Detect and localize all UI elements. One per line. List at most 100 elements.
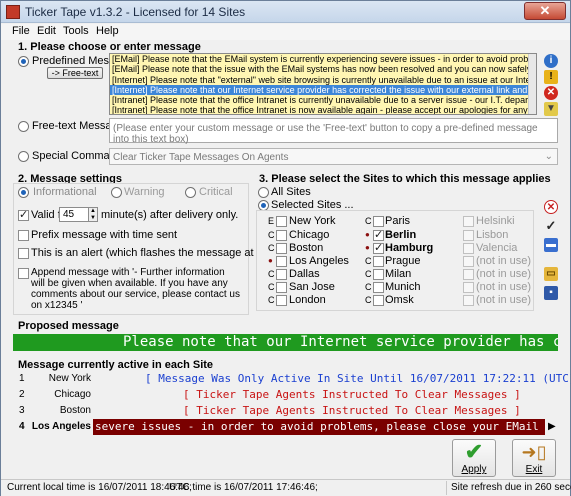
site-checkbox-london[interactable] <box>276 295 287 306</box>
site-checkbox-paris[interactable] <box>373 216 384 227</box>
menu-edit[interactable]: Edit <box>37 25 56 37</box>
close-button[interactable]: ✕ <box>524 2 566 20</box>
site-checkbox-chicago[interactable] <box>276 230 287 241</box>
section3-heading: 3. Please select the Sites to which this… <box>259 173 551 185</box>
site-checkbox-milan[interactable] <box>373 269 384 280</box>
site-checkbox-los-angeles[interactable] <box>276 256 287 267</box>
message-item[interactable]: [EMail] Please note that the EMail syste… <box>110 54 536 65</box>
critical-icon[interactable]: ✕ <box>544 86 558 100</box>
info-icon[interactable]: i <box>544 54 558 68</box>
check-icon[interactable]: ✓ <box>544 219 558 233</box>
free-text-input[interactable]: (Please enter your custom message or use… <box>109 118 558 145</box>
critical-radio[interactable] <box>185 187 196 198</box>
table-row: 1 New York [ Message Was Only Active In … <box>13 371 571 387</box>
site-checkbox-prague[interactable] <box>373 256 384 267</box>
site-label: Helsinki <box>476 215 515 227</box>
predefined-message-list[interactable]: [EMail] Please note that the EMail syste… <box>109 53 537 115</box>
critical-label: Critical <box>199 186 233 198</box>
save-icon[interactable]: ▪ <box>544 286 558 300</box>
site-status-indicator: ● <box>365 230 370 239</box>
predefined-message-radio[interactable] <box>18 56 29 67</box>
site-checkbox-berlin[interactable] <box>373 228 384 241</box>
exit-door-icon: ➜▯ <box>521 442 547 462</box>
site-label: (not in use) <box>476 294 532 306</box>
site-label: Boston <box>289 242 324 254</box>
message-item[interactable]: [EMail] Please note that the issue with … <box>110 64 536 75</box>
message-list-scrollbar[interactable] <box>528 54 536 114</box>
open-folder-icon[interactable]: ▭ <box>544 267 558 281</box>
site-name: New York <box>48 373 91 384</box>
check-icon: ✔ <box>464 439 484 464</box>
site-name: Chicago <box>54 389 91 400</box>
site-checkbox-unused <box>463 256 474 267</box>
site-label: Munich <box>385 281 421 293</box>
site-checkbox-san-jose[interactable] <box>276 282 287 293</box>
prefix-time-checkbox[interactable] <box>18 230 29 241</box>
menu-tools[interactable]: Tools <box>63 25 89 37</box>
site-status-indicator: C <box>268 243 275 253</box>
site-checkbox-omsk[interactable] <box>373 295 384 306</box>
menu-file[interactable]: File <box>12 25 30 37</box>
message-item-selected[interactable]: [Internet] Please note that our Internet… <box>110 84 536 96</box>
site-label: Chicago <box>289 229 330 241</box>
active-message: [ Ticker Tape Agents Instructed To Clear… <box>183 388 521 401</box>
warning-label: Warning <box>124 186 165 198</box>
informational-radio[interactable] <box>18 187 29 198</box>
site-group-icon[interactable]: ▬ <box>544 238 558 252</box>
status-bar: Current local time is 16/07/2011 18:46:4… <box>1 479 571 496</box>
table-row: 4 Los Angeles severe issues - in order t… <box>13 419 558 435</box>
site-label: New York <box>289 215 336 227</box>
special-command-value: Clear Ticker Tape Messages On Agents <box>113 152 289 163</box>
site-name: Los Angeles <box>31 421 91 432</box>
valid-for-stepper[interactable]: ▲ ▼ <box>88 207 98 222</box>
site-checkbox-new-york[interactable] <box>276 216 287 227</box>
informational-label: Informational <box>33 186 97 198</box>
site-checkbox-unused <box>463 282 474 293</box>
warning-radio[interactable] <box>111 187 122 198</box>
site-label: London <box>289 294 326 306</box>
site-label: Paris <box>385 215 411 227</box>
message-item[interactable]: [Intranet] Please note that the office I… <box>110 95 536 106</box>
message-item[interactable]: [Intranet] Please note that the office I… <box>110 105 536 114</box>
site-checkbox-dallas[interactable] <box>276 269 287 280</box>
site-checkbox-boston[interactable] <box>276 243 287 254</box>
alert-checkbox[interactable] <box>18 248 29 259</box>
site-status-indicator: C <box>365 256 372 266</box>
site-checkbox-helsinki <box>463 216 474 227</box>
site-label: Valencia <box>476 242 518 254</box>
site-status-indicator: ● <box>268 256 273 265</box>
warning-icon[interactable]: ! <box>544 70 558 84</box>
active-message: [ Ticker Tape Agents Instructed To Clear… <box>183 404 521 417</box>
proposed-message-ticker: Please note that our Internet service pr… <box>13 334 558 351</box>
free-text-radio[interactable] <box>18 121 29 132</box>
site-status-indicator: C <box>268 230 275 240</box>
message-item[interactable]: [Internet] Please note that "external" w… <box>110 74 536 85</box>
append-message-checkbox[interactable] <box>18 268 29 279</box>
scroll-right-arrow-icon[interactable]: ▶ <box>548 421 556 432</box>
site-label: Lisbon <box>476 229 509 241</box>
local-time-status: Current local time is 16/07/2011 18:46:4… <box>7 482 192 493</box>
site-checkbox-munich[interactable] <box>373 282 384 293</box>
site-name: Boston <box>59 405 91 416</box>
site-label: Omsk <box>385 294 414 306</box>
special-command-select[interactable]: Clear Ticker Tape Messages On Agents ⌄ <box>109 148 558 165</box>
exit-button[interactable]: ➜▯ Exit <box>512 439 556 477</box>
active-message: [ Message Was Only Active In Site Until … <box>145 372 571 385</box>
site-checkbox-unused <box>463 295 474 306</box>
valid-for-checkbox[interactable] <box>18 208 29 221</box>
apply-button[interactable]: ✔ Apply <box>452 439 496 477</box>
all-sites-radio[interactable] <box>258 187 269 198</box>
table-row: 2 Chicago [ Ticker Tape Agents Instructe… <box>13 387 558 403</box>
site-status-indicator: E <box>268 216 275 226</box>
append-message-label: Append message with '- Further informati… <box>31 267 240 311</box>
clear-selection-icon[interactable]: ✕ <box>544 200 558 214</box>
valid-for-input[interactable]: 45 <box>59 207 89 222</box>
menu-help[interactable]: Help <box>96 25 119 37</box>
free-text-button[interactable]: -> Free-text <box>47 67 103 79</box>
site-status-indicator: C <box>365 282 372 292</box>
site-checkbox-hamburg[interactable] <box>373 241 384 254</box>
site-label: (not in use) <box>476 281 532 293</box>
filter-icon[interactable]: ▼ <box>544 102 558 116</box>
chevron-down-icon: ⌄ <box>544 151 553 162</box>
special-command-radio[interactable] <box>18 151 29 162</box>
